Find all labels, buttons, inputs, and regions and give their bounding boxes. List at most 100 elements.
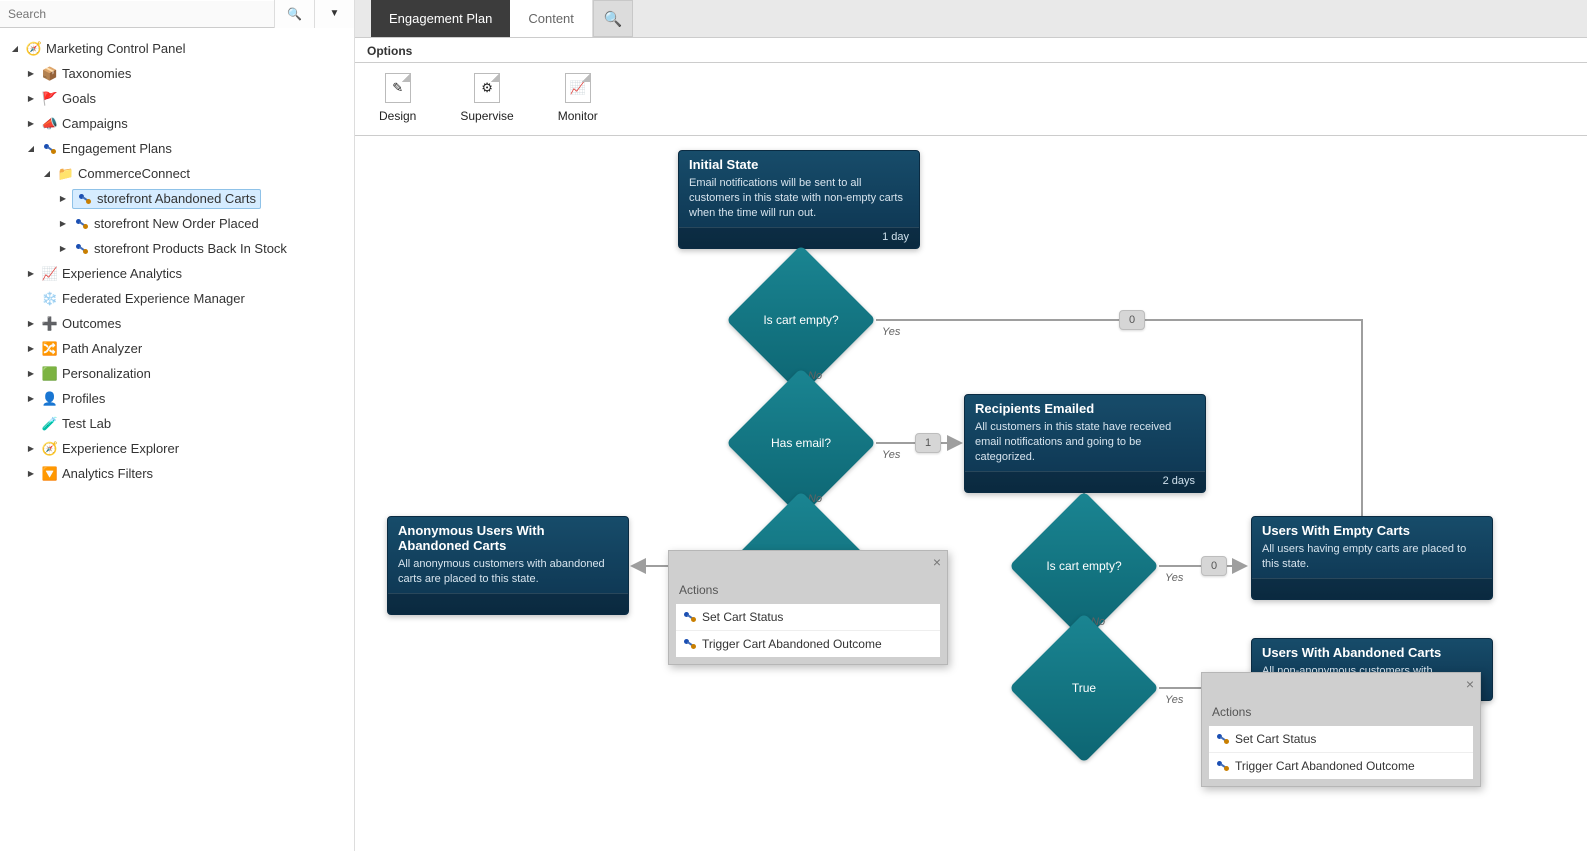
chevron-down-icon: ◢ <box>10 44 20 54</box>
tree-item[interactable]: ▶📦Taxonomies <box>4 61 350 86</box>
state-footer: 2 days <box>965 471 1205 492</box>
chevron-down-icon[interactable]: ◢ <box>42 169 52 179</box>
tree-node-icon: 📈 <box>42 266 58 282</box>
tab-search-button[interactable]: 🔍 <box>593 0 633 37</box>
chevron-right-icon[interactable]: ▶ <box>26 69 36 79</box>
chevron-right-icon[interactable]: ▶ <box>26 369 36 379</box>
tree-item-label: Experience Explorer <box>62 441 179 456</box>
chevron-down-icon[interactable]: ◢ <box>26 144 36 154</box>
plan-icon <box>1217 733 1229 745</box>
state-desc: All anonymous customers with abandoned c… <box>388 557 628 593</box>
tree-item[interactable]: ◢Engagement Plans <box>4 136 350 161</box>
state-desc: Email notifications will be sent to all … <box>679 176 919 227</box>
tree-node-icon: 🟩 <box>42 366 58 382</box>
chevron-right-icon[interactable]: ▶ <box>26 94 36 104</box>
search-button[interactable]: 🔍 <box>274 0 314 28</box>
tree-node-icon: 👤 <box>42 391 58 407</box>
tree-item[interactable]: ▶👤Profiles <box>4 386 350 411</box>
condition-true[interactable]: True <box>1009 643 1159 733</box>
popup-item[interactable]: Set Cart Status <box>676 604 940 631</box>
condition-is-cart-empty-2[interactable]: Is cart empty? <box>1009 521 1159 611</box>
popup-item[interactable]: Trigger Cart Abandoned Outcome <box>676 631 940 657</box>
tree-item[interactable]: ▶🔀Path Analyzer <box>4 336 350 361</box>
tree-item-label: storefront Products Back In Stock <box>94 241 287 256</box>
tree-item-label: Personalization <box>62 366 151 381</box>
condition-has-email[interactable]: Has email? <box>726 398 876 488</box>
popup-item-label: Trigger Cart Abandoned Outcome <box>1235 759 1415 773</box>
chevron-right-icon[interactable]: ▶ <box>26 394 36 404</box>
close-icon[interactable]: × <box>933 555 941 569</box>
tree-item[interactable]: ▶storefront Abandoned Carts <box>4 186 350 211</box>
tool-supervise[interactable]: ⚙ Supervise <box>460 73 513 123</box>
tab-engagement-plan[interactable]: Engagement Plan <box>371 0 510 37</box>
tree: ◢ 🧭 Marketing Control Panel ▶📦Taxonomies… <box>0 28 354 494</box>
search-input[interactable] <box>0 1 274 27</box>
tree-root[interactable]: ◢ 🧭 Marketing Control Panel <box>4 36 350 61</box>
tool-monitor[interactable]: 📈 Monitor <box>558 73 598 123</box>
chevron-right-icon[interactable]: ▶ <box>26 344 36 354</box>
chevron-right-icon[interactable]: ▶ <box>26 469 36 479</box>
tree-item-label: Test Lab <box>62 416 111 431</box>
chevron-right-icon[interactable]: ▶ <box>58 194 68 204</box>
condition-label: Is cart empty? <box>736 313 866 327</box>
popup-title: Actions <box>1202 673 1480 725</box>
tree-item-label: storefront New Order Placed <box>94 216 259 231</box>
chevron-right-icon[interactable]: ▶ <box>26 119 36 129</box>
popup-item[interactable]: Set Cart Status <box>1209 726 1473 753</box>
tree-item[interactable]: ▶📣Campaigns <box>4 111 350 136</box>
search-dropdown-button[interactable]: ▼ <box>314 0 354 28</box>
actions-popup[interactable]: × Actions Set Cart Status Trigger Cart A… <box>668 550 948 665</box>
tree-item[interactable]: ▶❄️Federated Experience Manager <box>4 286 350 311</box>
chevron-right-icon[interactable]: ▶ <box>58 244 68 254</box>
tree-item[interactable]: ▶🧭Experience Explorer <box>4 436 350 461</box>
state-empty-carts[interactable]: Users With Empty Carts All users having … <box>1251 516 1493 600</box>
tree-item[interactable]: ▶ storefront Products Back In Stock <box>4 236 350 261</box>
popup-title: Actions <box>669 551 947 603</box>
tab-content[interactable]: Content <box>510 0 593 37</box>
plan-icon <box>74 241 90 257</box>
chevron-right-icon[interactable]: ▶ <box>26 269 36 279</box>
popup-item[interactable]: Trigger Cart Abandoned Outcome <box>1209 753 1473 779</box>
state-desc: All customers in this state have receive… <box>965 420 1205 471</box>
tree-item[interactable]: ▶🧪Test Lab <box>4 411 350 436</box>
tree-item[interactable]: ▶🔽Analytics Filters <box>4 461 350 486</box>
popup-list: Set Cart Status Trigger Cart Abandoned O… <box>1208 725 1474 780</box>
tree-node-icon: ❄️ <box>42 291 58 307</box>
counter-pill[interactable]: 0 <box>1201 556 1227 576</box>
state-footer <box>1252 578 1492 599</box>
search-row: 🔍 ▼ <box>0 0 354 28</box>
actions-popup[interactable]: × Actions Set Cart Status Trigger Cart A… <box>1201 672 1481 787</box>
condition-label: Is cart empty? <box>1019 559 1149 573</box>
condition-is-cart-empty[interactable]: Is cart empty? <box>726 275 876 365</box>
close-icon[interactable]: × <box>1466 677 1474 691</box>
chevron-right-icon[interactable]: ▶ <box>58 219 68 229</box>
tree-item[interactable]: ▶ storefront New Order Placed <box>4 211 350 236</box>
chevron-right-icon[interactable]: ▶ <box>26 319 36 329</box>
plan-icon <box>42 141 58 157</box>
state-anonymous[interactable]: Anonymous Users With Abandoned Carts All… <box>387 516 629 615</box>
tree-item[interactable]: ▶➕Outcomes <box>4 311 350 336</box>
main: Engagement Plan Content 🔍 Options ✎ Desi… <box>355 0 1587 851</box>
tool-supervise-label: Supervise <box>460 109 513 123</box>
tree-item[interactable]: ◢📁CommerceConnect <box>4 161 350 186</box>
state-recipients-emailed[interactable]: Recipients Emailed All customers in this… <box>964 394 1206 493</box>
tree-item[interactable]: ▶🚩Goals <box>4 86 350 111</box>
tree-item-label: Goals <box>62 91 96 106</box>
edge-yes: Yes <box>1165 694 1183 706</box>
search-icon: 🔍 <box>604 10 623 28</box>
state-initial[interactable]: Initial State Email notifications will b… <box>678 150 920 249</box>
plan-icon <box>684 638 696 650</box>
state-title: Initial State <box>679 151 919 176</box>
canvas[interactable]: Initial State Email notifications will b… <box>355 136 1587 851</box>
chevron-right-icon[interactable]: ▶ <box>26 444 36 454</box>
edge-yes: Yes <box>1165 572 1183 584</box>
counter-pill[interactable]: 1 <box>915 433 941 453</box>
tree-node-icon: 🔽 <box>42 466 58 482</box>
tree-item[interactable]: ▶📈Experience Analytics <box>4 261 350 286</box>
tool-design[interactable]: ✎ Design <box>379 73 416 123</box>
tree-node-icon: 📁 <box>58 166 74 182</box>
counter-pill[interactable]: 0 <box>1119 310 1145 330</box>
tree-item[interactable]: ▶ 🟩 Personalization <box>4 361 350 386</box>
plan-icon <box>684 611 696 623</box>
options-label: Options <box>355 38 1587 63</box>
